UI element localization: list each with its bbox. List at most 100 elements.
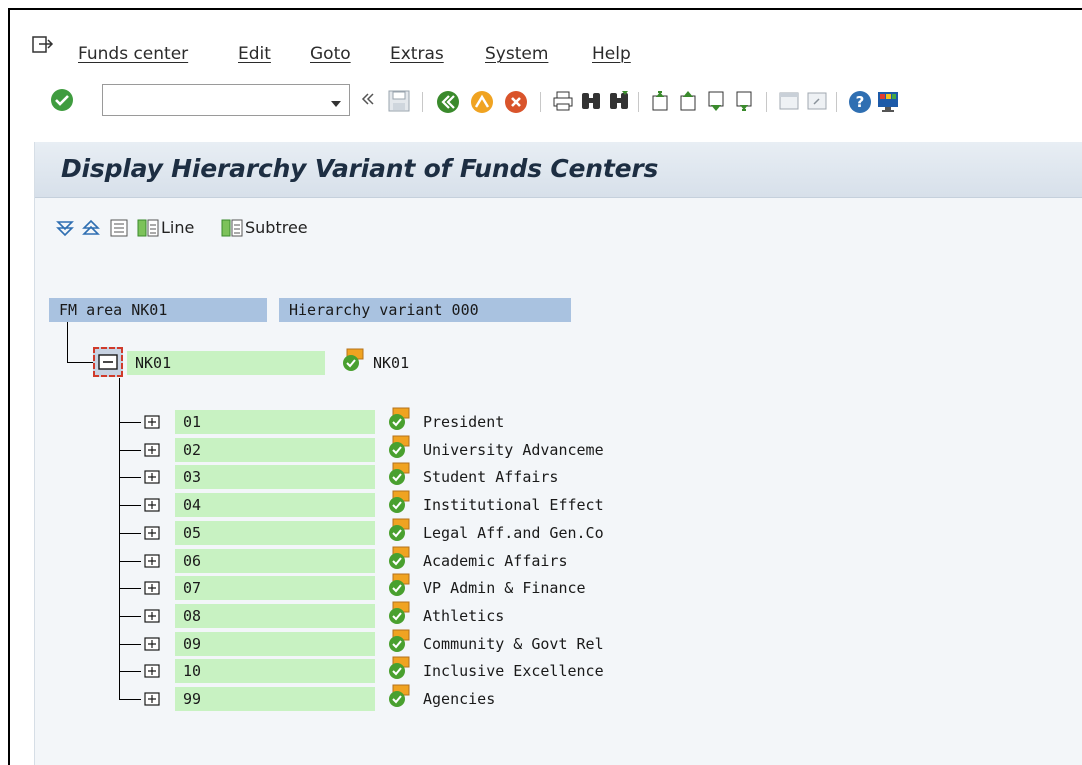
tree-connector — [119, 505, 141, 506]
save-icon[interactable] — [388, 90, 410, 116]
tree-node-code[interactable]: 04 — [175, 493, 375, 517]
funds-center-icon — [387, 407, 411, 435]
tree-node-code[interactable]: 09 — [175, 632, 375, 656]
menu-extras[interactable]: Extras — [390, 44, 444, 64]
expand-node-icon[interactable] — [143, 496, 161, 518]
expand-node-icon[interactable] — [143, 579, 161, 601]
find-icon[interactable] — [580, 90, 602, 116]
expand-node-icon[interactable] — [143, 524, 161, 546]
tree-connector — [119, 561, 141, 562]
tree-node-code-text: 07 — [183, 579, 202, 597]
expand-node-icon[interactable] — [143, 413, 161, 435]
page-title: Display Hierarchy Variant of Funds Cente… — [61, 154, 659, 183]
tree-node-code[interactable]: 01 — [175, 410, 375, 434]
cancel-icon[interactable] — [504, 90, 528, 118]
exit-icon[interactable] — [470, 90, 494, 118]
collapse-all-icon[interactable] — [81, 218, 101, 242]
legend-icon[interactable] — [109, 218, 129, 242]
subtree-button[interactable]: Subtree — [245, 218, 308, 237]
customize-layout-icon[interactable] — [876, 90, 900, 118]
line-select-icon[interactable] — [137, 218, 159, 242]
tree-connector — [119, 477, 141, 478]
tree-node-code[interactable]: 03 — [175, 465, 375, 489]
tree-node-code-text: 09 — [183, 635, 202, 653]
tree-node-code[interactable]: 06 — [175, 549, 375, 573]
enter-icon[interactable] — [50, 88, 74, 116]
first-page-icon[interactable] — [650, 90, 672, 116]
application-toolbar: Line Subtree — [35, 198, 1082, 262]
tree-node-description: Inclusive Excellence — [423, 662, 604, 680]
menu-goto[interactable]: Goto — [310, 44, 351, 64]
tree-connector — [119, 588, 141, 589]
tree-connector — [119, 378, 120, 699]
toolbar-separator — [766, 92, 767, 112]
menu-system[interactable]: System — [485, 44, 548, 64]
tree-node-description: Academic Affairs — [423, 552, 568, 570]
subtree-select-icon[interactable] — [221, 218, 243, 242]
funds-center-icon — [387, 462, 411, 490]
collapse-command-icon[interactable] — [360, 91, 376, 111]
tree-node-code[interactable]: 99 — [175, 687, 375, 711]
tree-node-code-text: 03 — [183, 468, 202, 486]
tree-node-description: VP Admin & Finance — [423, 579, 586, 597]
root-node-description: NK01 — [373, 354, 410, 372]
print-icon[interactable] — [552, 90, 574, 116]
command-field[interactable] — [102, 84, 350, 116]
svg-text:?: ? — [856, 93, 865, 111]
find-next-icon[interactable] — [608, 90, 630, 116]
root-node-toggle[interactable] — [93, 347, 123, 377]
tree-node-code-text: 06 — [183, 552, 202, 570]
expand-node-icon[interactable] — [143, 441, 161, 463]
back-icon[interactable] — [436, 90, 460, 118]
tree-node-code[interactable]: 05 — [175, 521, 375, 545]
fm-area-header: FM area NK01 — [49, 298, 267, 322]
hierarchy-tree: FM area NK01 Hierarchy variant 000 NK01 … — [35, 262, 1082, 765]
expand-node-icon[interactable] — [143, 552, 161, 574]
tree-node-code-text: 08 — [183, 607, 202, 625]
root-node-code-text: NK01 — [135, 354, 172, 372]
menu-help[interactable]: Help — [592, 44, 631, 64]
expand-node-icon[interactable] — [143, 690, 161, 712]
tree-node-description: Legal Aff.and Gen.Co — [423, 524, 604, 542]
tree-connector — [119, 644, 141, 645]
tree-node-description: President — [423, 413, 505, 431]
title-bar: Display Hierarchy Variant of Funds Cente… — [35, 142, 1082, 198]
command-dropdown-icon[interactable] — [330, 93, 342, 112]
next-page-icon[interactable] — [706, 90, 728, 116]
expand-node-icon[interactable] — [143, 607, 161, 629]
funds-center-icon — [341, 348, 365, 376]
expand-node-icon[interactable] — [143, 468, 161, 490]
funds-center-icon — [387, 573, 411, 601]
tree-connector — [119, 533, 141, 534]
tree-node-description: Institutional Effect — [423, 496, 604, 514]
folder-open-icon — [98, 354, 118, 370]
tree-node-code[interactable]: 08 — [175, 604, 375, 628]
create-session-icon[interactable] — [778, 90, 800, 116]
line-button[interactable]: Line — [161, 218, 194, 237]
toolbar-separator — [836, 92, 837, 112]
toolbar-separator — [422, 92, 423, 112]
funds-center-icon — [387, 601, 411, 629]
tree-node-code-text: 02 — [183, 441, 202, 459]
tree-node-code[interactable]: 02 — [175, 438, 375, 462]
expand-node-icon[interactable] — [143, 635, 161, 657]
toolbar-separator — [638, 92, 639, 112]
expand-all-icon[interactable] — [55, 218, 75, 242]
tree-connector — [119, 671, 141, 672]
expand-node-icon[interactable] — [143, 662, 161, 684]
tree-node-code[interactable]: 07 — [175, 576, 375, 600]
standard-toolbar: ? — [10, 82, 1082, 124]
last-page-icon[interactable] — [734, 90, 756, 116]
tree-node-description: Student Affairs — [423, 468, 559, 486]
previous-page-icon[interactable] — [678, 90, 700, 116]
hierarchy-variant-header: Hierarchy variant 000 — [279, 298, 571, 322]
menu-funds-center[interactable]: Funds center — [78, 44, 188, 64]
toolbar-separator — [540, 92, 541, 112]
help-icon[interactable]: ? — [848, 90, 872, 118]
menu-edit[interactable]: Edit — [238, 44, 271, 64]
shortcut-icon[interactable] — [806, 90, 828, 116]
root-node-code[interactable]: NK01 — [127, 351, 325, 375]
tree-node-code[interactable]: 10 — [175, 659, 375, 683]
menu-exit-icon[interactable] — [32, 36, 54, 60]
fm-area-label: FM area NK01 — [59, 301, 168, 319]
